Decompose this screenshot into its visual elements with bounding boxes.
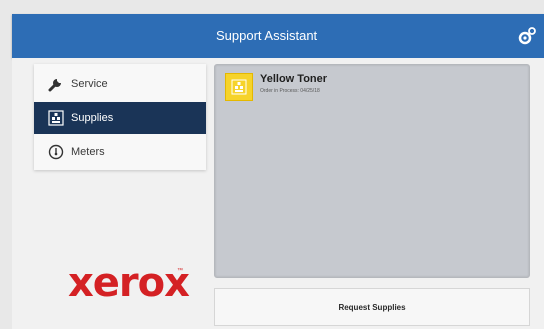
wrench-icon	[47, 75, 65, 93]
toner-icon	[225, 73, 253, 101]
trademark-symbol: ™	[177, 268, 183, 274]
top-bar: Support Assistant	[12, 14, 544, 58]
gear-icon	[518, 27, 536, 45]
supplies-icon	[47, 109, 65, 127]
supply-item[interactable]: Yellow Toner Order in Process: 04/25/18	[225, 73, 327, 101]
page-title: Support Assistant	[216, 28, 318, 43]
sidebar-item-meters[interactable]: Meters	[34, 136, 206, 168]
sidebar-item-supplies[interactable]: Supplies	[34, 102, 206, 134]
sidebar-item-label: Meters	[71, 146, 105, 158]
xerox-logo: xerox	[68, 260, 190, 306]
sidebar-nav: Service Supplies Meters	[34, 64, 206, 170]
sidebar-item-label: Service	[71, 78, 108, 90]
request-supplies-button[interactable]: Request Supplies	[214, 288, 530, 326]
main-area: Service Supplies Meters xerox ™ Yellow T…	[12, 58, 544, 329]
supplies-panel: Yellow Toner Order in Process: 04/25/18	[214, 64, 530, 278]
supply-title: Yellow Toner	[260, 73, 328, 85]
sidebar-item-label: Supplies	[71, 112, 114, 124]
sidebar-item-service[interactable]: Service	[34, 68, 206, 100]
settings-button[interactable]	[516, 26, 538, 46]
meter-icon	[47, 143, 65, 161]
supply-status: Order in Process: 04/25/18	[260, 88, 320, 94]
